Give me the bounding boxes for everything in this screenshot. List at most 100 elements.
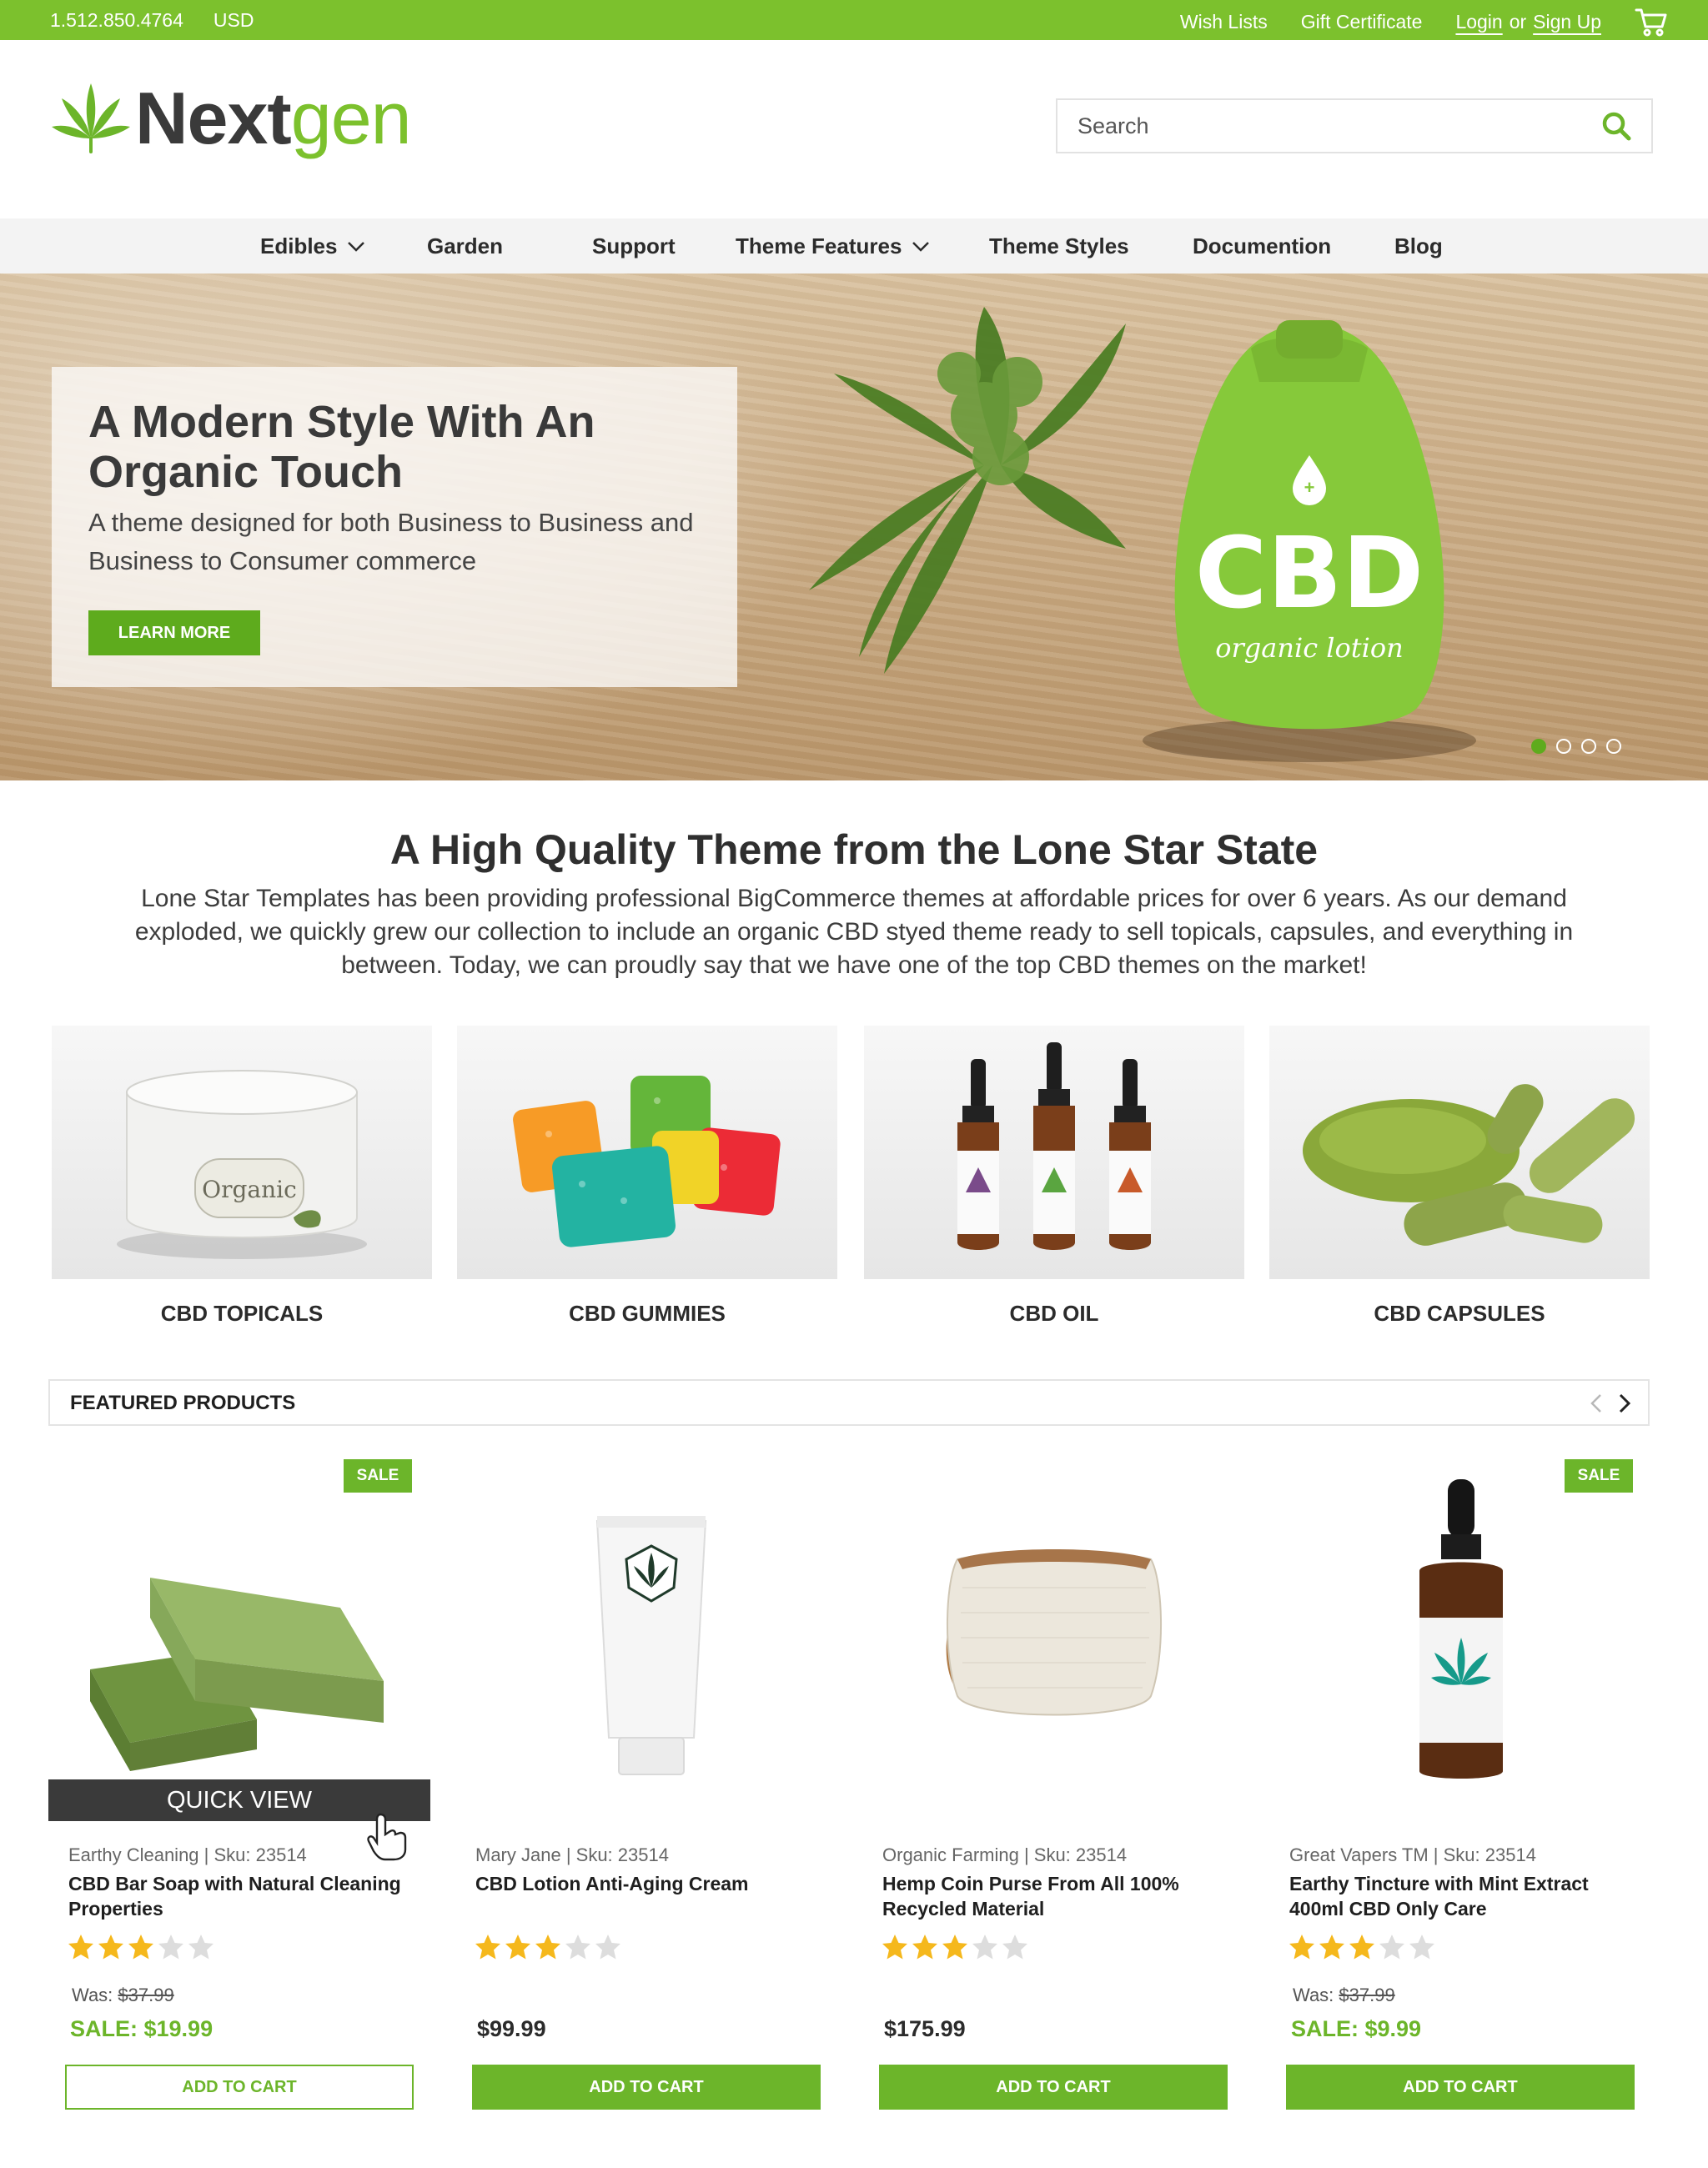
- svg-text:+: +: [1304, 477, 1315, 498]
- sale-badge: SALE: [1565, 1459, 1633, 1493]
- star-filled-icon: [535, 1935, 560, 1960]
- bottle-sublabel-text: organic lotion: [1215, 632, 1404, 664]
- main-nav: Edibles Garden Support Theme Features Th…: [0, 218, 1708, 274]
- carousel-dot[interactable]: [1531, 739, 1546, 754]
- hero-banner: + CBD organic lotion A Modern Style With…: [0, 274, 1708, 780]
- carousel-dot[interactable]: [1606, 739, 1621, 754]
- star-empty-icon: [1002, 1935, 1027, 1960]
- rating-stars: [474, 1933, 622, 1961]
- category-tile-gummies[interactable]: CBD GUMMIES: [457, 1026, 837, 1327]
- add-to-cart-button[interactable]: ADD TO CART: [472, 2065, 821, 2110]
- intro-title: A High Quality Theme from the Lone Star …: [389, 826, 1319, 873]
- star-filled-icon: [912, 1935, 937, 1960]
- product-meta: Organic Farming | Sku: 23514: [882, 1844, 1128, 1865]
- product-price: $175.99: [884, 2016, 966, 2041]
- add-to-cart-button[interactable]: ADD TO CART: [879, 2065, 1228, 2110]
- carousel-arrows: [1588, 1393, 1633, 1414]
- cbd-capsules-image: [1269, 1026, 1650, 1279]
- search-input[interactable]: [1057, 100, 1600, 152]
- logo-wordmark: Nextgen: [135, 82, 412, 155]
- coin-purse-image: [946, 1549, 1162, 1716]
- star-filled-icon: [1289, 1935, 1314, 1960]
- chevron-left-icon[interactable]: [1588, 1393, 1606, 1414]
- sign-up-link[interactable]: Sign Up: [1533, 11, 1601, 33]
- nav-garden[interactable]: Garden: [427, 233, 503, 259]
- gift-certificate-link[interactable]: Gift Certificate: [1301, 11, 1423, 33]
- star-filled-icon: [128, 1935, 153, 1960]
- category-tile-oil[interactable]: CBD OIL: [864, 1026, 1244, 1327]
- phone-number[interactable]: 1.512.850.4764: [50, 9, 183, 32]
- nav-blog[interactable]: Blog: [1394, 233, 1443, 259]
- product-card[interactable]: SALE Great Vapers TM | Sku: 23514 Earthy…: [1269, 1454, 1653, 2113]
- carousel-dot[interactable]: [1556, 739, 1571, 754]
- cannabis-leaf-icon: [52, 83, 130, 153]
- category-label: CBD OIL: [1009, 1301, 1099, 1326]
- star-filled-icon: [475, 1935, 500, 1960]
- soap-bar-image: [90, 1578, 384, 1771]
- lotion-tube-image: [595, 1516, 707, 1775]
- hero-subtitle: A theme designed for both Business to Bu…: [88, 508, 694, 575]
- product-card[interactable]: Mary Jane | Sku: 23514 CBD Lotion Anti-A…: [455, 1454, 839, 2113]
- chevron-right-icon[interactable]: [1615, 1393, 1633, 1414]
- cart-icon[interactable]: [1635, 7, 1668, 37]
- cbd-lotion-product-image: + CBD organic lotion: [809, 307, 1476, 762]
- product-name[interactable]: Hemp Coin Purse From All 100% Recycled M…: [882, 1871, 1233, 1921]
- site-logo[interactable]: Nextgen: [50, 80, 412, 157]
- nav-theme-features-label: Theme Features: [736, 233, 902, 258]
- star-empty-icon: [158, 1935, 183, 1960]
- category-tile-capsules[interactable]: CBD CAPSULES: [1269, 1026, 1650, 1327]
- star-filled-icon: [68, 1935, 93, 1960]
- product-name[interactable]: CBD Lotion Anti-Aging Cream: [475, 1871, 826, 1896]
- product-name[interactable]: CBD Bar Soap with Natural Cleaning Prope…: [68, 1871, 419, 1921]
- nav-edibles[interactable]: Edibles: [260, 233, 365, 259]
- account-links: Login or Sign Up: [1455, 11, 1601, 33]
- star-empty-icon: [1409, 1935, 1434, 1960]
- star-empty-icon: [565, 1935, 590, 1960]
- nav-support[interactable]: Support: [592, 233, 676, 259]
- chevron-down-icon: [348, 241, 365, 252]
- top-bar: 1.512.850.4764 USD Wish Lists Gift Certi…: [0, 0, 1708, 40]
- original-price: $37.99: [1339, 1985, 1395, 2005]
- search-icon[interactable]: [1600, 109, 1633, 143]
- nav-theme-styles[interactable]: Theme Styles: [989, 233, 1129, 259]
- featured-title: FEATURED PRODUCTS: [70, 1392, 296, 1414]
- rating-stars: [881, 1933, 1029, 1961]
- original-price: $37.99: [118, 1985, 174, 2005]
- sale-price: SALE: $19.99: [70, 2016, 214, 2041]
- was-label: Was:: [72, 1985, 113, 2005]
- hand-cursor-icon: [367, 1813, 407, 1861]
- star-filled-icon: [1319, 1935, 1344, 1960]
- nav-theme-features[interactable]: Theme Features: [736, 233, 930, 259]
- chevron-down-icon: [912, 241, 930, 252]
- star-filled-icon: [505, 1935, 530, 1960]
- currency-selector[interactable]: USD: [214, 9, 254, 32]
- product-name[interactable]: Earthy Tincture with Mint Extract 400ml …: [1289, 1871, 1640, 1921]
- star-empty-icon: [595, 1935, 620, 1960]
- product-meta: Mary Jane | Sku: 23514: [475, 1844, 669, 1865]
- carousel-dot[interactable]: [1581, 739, 1596, 754]
- learn-more-button[interactable]: LEARN MORE: [88, 610, 260, 655]
- star-empty-icon: [1379, 1935, 1404, 1960]
- nav-documention[interactable]: Documention: [1193, 233, 1331, 259]
- or-text: or: [1509, 10, 1527, 33]
- logo-part1: Next: [135, 77, 292, 159]
- add-to-cart-button[interactable]: ADD TO CART: [1286, 2065, 1635, 2110]
- wish-lists-link[interactable]: Wish Lists: [1180, 11, 1268, 33]
- star-filled-icon: [98, 1935, 123, 1960]
- tincture-bottle-image: [1419, 1479, 1503, 1779]
- sale-badge: SALE: [344, 1459, 412, 1493]
- cbd-oil-image: [864, 1026, 1244, 1279]
- cbd-topicals-image: Organic: [52, 1026, 432, 1279]
- logo-part2: gen: [290, 77, 412, 159]
- rating-stars: [67, 1933, 215, 1961]
- category-label: CBD CAPSULES: [1374, 1301, 1545, 1326]
- product-card[interactable]: SALE QUICK VIEW Earthy Cleaning | Sku: 2…: [48, 1454, 432, 2113]
- add-to-cart-button[interactable]: ADD TO CART: [65, 2065, 414, 2110]
- login-link[interactable]: Login: [1455, 11, 1502, 33]
- star-filled-icon: [942, 1935, 967, 1960]
- product-card[interactable]: Organic Farming | Sku: 23514 Hemp Coin P…: [862, 1454, 1246, 2113]
- category-tile-topicals[interactable]: Organic CBD TOPICALS: [52, 1026, 432, 1327]
- category-label: CBD GUMMIES: [569, 1301, 726, 1326]
- category-label: CBD TOPICALS: [160, 1301, 324, 1326]
- nav-edibles-label: Edibles: [260, 233, 338, 258]
